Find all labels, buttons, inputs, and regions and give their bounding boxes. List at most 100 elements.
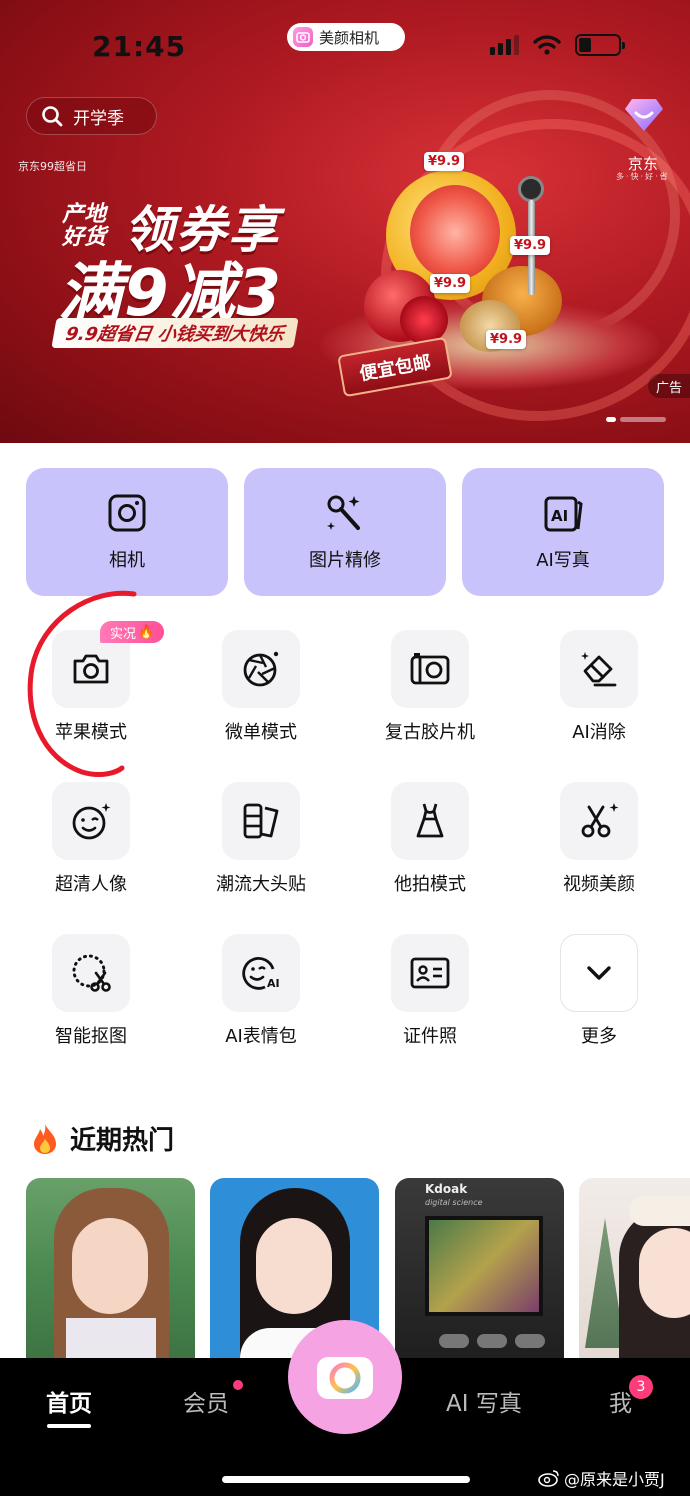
tile-camera[interactable]: 相机 bbox=[26, 468, 228, 596]
tool-row: 超清人像 潮流大头贴 他拍模式 视频美颜 bbox=[0, 782, 690, 922]
card-brand: Kdoak bbox=[425, 1182, 468, 1196]
carousel-dot-active bbox=[606, 417, 616, 422]
home-indicator bbox=[222, 1476, 470, 1483]
tool-label: 潮流大头贴 bbox=[216, 874, 306, 895]
vip-diamond-icon[interactable] bbox=[624, 97, 664, 133]
wifi-icon bbox=[533, 35, 561, 55]
face-icon bbox=[72, 803, 111, 840]
carousel-dots bbox=[606, 417, 666, 422]
card-button bbox=[439, 1334, 469, 1348]
price-tag: ¥9.9 bbox=[486, 330, 527, 349]
aperture-icon bbox=[243, 651, 279, 687]
me-badge: 3 bbox=[629, 1375, 653, 1399]
tool-mirrorless-mode[interactable]: 微单模式 bbox=[181, 630, 341, 744]
tab-label: 会员 bbox=[183, 1391, 229, 1417]
section-header: 近期热门 bbox=[30, 1120, 174, 1157]
tool-label: AI消除 bbox=[572, 722, 626, 743]
trending-card[interactable] bbox=[26, 1178, 195, 1378]
app-screen: ¥9.9 ¥9.9 ¥9.9 ¥9.9 京东99超省日 京东 多·快·好·省 产地… bbox=[0, 0, 690, 1496]
tool-label: 证件照 bbox=[403, 1026, 457, 1047]
tile-photo-retouch[interactable]: 图片精修 bbox=[244, 468, 446, 596]
card-face bbox=[639, 1228, 690, 1318]
tool-icon-box bbox=[560, 630, 638, 708]
photo-sticker-icon bbox=[243, 803, 279, 839]
tab-membership[interactable]: 会员 bbox=[183, 1384, 229, 1418]
tool-ai-erase[interactable]: AI消除 bbox=[519, 630, 679, 744]
tool-id-photo[interactable]: 证件照 bbox=[350, 934, 510, 1048]
tab-home[interactable]: 首页 bbox=[46, 1384, 92, 1428]
status-time: 21:45 bbox=[92, 30, 187, 63]
carousel-dot bbox=[620, 417, 666, 422]
tool-shoot-others[interactable]: 他拍模式 bbox=[350, 782, 510, 896]
camera-icon bbox=[317, 1357, 373, 1399]
tool-label: 智能抠图 bbox=[55, 1026, 127, 1047]
tool-photo-sticker[interactable]: 潮流大头贴 bbox=[181, 782, 341, 896]
price-tag: ¥9.9 bbox=[424, 152, 465, 171]
scissors-icon bbox=[581, 803, 619, 838]
tool-video-beauty[interactable]: 视频美颜 bbox=[519, 782, 679, 896]
watermark-text: @原来是小贾J bbox=[564, 1470, 665, 1489]
tool-more[interactable]: 更多 bbox=[519, 934, 679, 1048]
id-card-icon bbox=[410, 957, 450, 989]
tool-icon-box bbox=[560, 934, 638, 1012]
weibo-icon bbox=[538, 1470, 559, 1487]
ad-banner[interactable]: ¥9.9 ¥9.9 ¥9.9 ¥9.9 京东99超省日 京东 多·快·好·省 产地… bbox=[0, 0, 690, 443]
tool-label: 复古胶片机 bbox=[385, 722, 475, 743]
tile-label: 图片精修 bbox=[309, 550, 381, 571]
tool-label: 超清人像 bbox=[55, 874, 127, 895]
jd-logo: 京东 多·快·好·省 bbox=[616, 156, 670, 181]
tile-label: AI写真 bbox=[536, 550, 590, 571]
ai-emoji-icon: AI bbox=[242, 957, 280, 990]
tool-label: AI表情包 bbox=[225, 1026, 297, 1047]
card-brand-sub: digital science bbox=[425, 1198, 483, 1207]
jd-slogan: 多·快·好·省 bbox=[616, 171, 670, 181]
search-icon bbox=[42, 106, 63, 127]
cellular-signal-icon bbox=[490, 35, 519, 55]
cutout-icon bbox=[72, 954, 111, 992]
camera-square-icon bbox=[108, 494, 146, 532]
tile-ai-photo[interactable]: AI AI写真 bbox=[462, 468, 664, 596]
dress-icon bbox=[416, 803, 444, 838]
tool-icon-box bbox=[52, 934, 130, 1012]
tool-icon-box bbox=[391, 934, 469, 1012]
trending-card[interactable]: Kdoak digital science bbox=[395, 1178, 564, 1378]
tool-smart-cutout[interactable]: 智能抠图 bbox=[11, 934, 171, 1048]
search-bar[interactable]: 开学季 bbox=[26, 97, 157, 135]
price-tag: ¥9.9 bbox=[510, 236, 551, 255]
card-headband bbox=[629, 1196, 690, 1226]
card-button bbox=[477, 1334, 507, 1348]
app-logo-icon bbox=[293, 27, 313, 47]
tool-hd-portrait[interactable]: 超清人像 bbox=[11, 782, 171, 896]
svg-text:AI: AI bbox=[551, 507, 568, 525]
banner-shower-head bbox=[518, 176, 544, 202]
tile-label: 相机 bbox=[109, 550, 145, 571]
tool-label: 视频美颜 bbox=[563, 874, 635, 895]
trending-card[interactable] bbox=[579, 1178, 690, 1378]
tool-ai-emoji[interactable]: AI AI表情包 bbox=[181, 934, 341, 1048]
makeup-brush-icon bbox=[327, 495, 360, 530]
tool-icon-box bbox=[560, 782, 638, 860]
banner-grapefruit-slice bbox=[410, 185, 500, 280]
tool-retro-film-camera[interactable]: 复古胶片机 bbox=[350, 630, 510, 744]
ad-label: 广告 bbox=[648, 374, 690, 398]
status-icons bbox=[490, 34, 625, 56]
tool-row: 智能抠图 AI AI表情包 证件照 更多 bbox=[0, 934, 690, 1074]
battery-icon bbox=[575, 34, 625, 56]
camera-shutter-button[interactable] bbox=[288, 1320, 402, 1434]
tab-label: 首页 bbox=[46, 1391, 92, 1417]
film-camera-icon bbox=[410, 653, 450, 685]
chevron-down-icon bbox=[587, 966, 611, 980]
price-tag: ¥9.9 bbox=[430, 274, 471, 293]
tab-ai-photo[interactable]: AI 写真 bbox=[446, 1384, 522, 1418]
tool-icon-box: AI bbox=[222, 934, 300, 1012]
search-text: 开学季 bbox=[73, 108, 124, 129]
tool-icon-box bbox=[222, 630, 300, 708]
eraser-icon bbox=[581, 652, 617, 687]
section-title: 近期热门 bbox=[70, 1126, 175, 1156]
card-screen bbox=[425, 1216, 543, 1316]
hand-drawn-circle bbox=[27, 590, 137, 777]
tool-label: 微单模式 bbox=[225, 722, 297, 743]
tool-icon-box bbox=[391, 630, 469, 708]
watermark: @原来是小贾J bbox=[538, 1466, 665, 1490]
ai-photo-icon: AI bbox=[544, 496, 583, 532]
